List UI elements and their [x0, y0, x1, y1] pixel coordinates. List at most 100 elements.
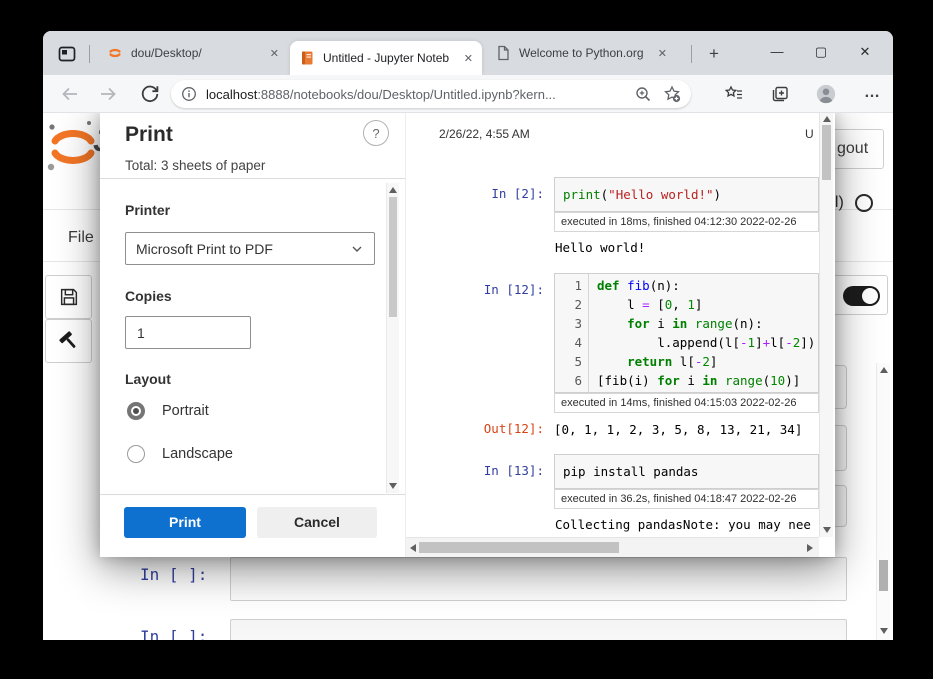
new-tab-button[interactable]: +: [703, 43, 725, 65]
close-button[interactable]: ✕: [843, 37, 887, 67]
refresh-icon[interactable]: [139, 83, 161, 105]
cell-exec-row: executed in 14ms, finished 04:15:03 2022…: [554, 393, 819, 413]
code-line: l.append(l[-1]+l[-2]): [597, 333, 818, 352]
line-number: 1: [555, 276, 582, 295]
favorites-icon[interactable]: [723, 83, 745, 105]
scroll-up-icon[interactable]: [389, 187, 397, 193]
tab-close-icon[interactable]: ✕: [270, 47, 279, 60]
empty-code-cell[interactable]: [230, 557, 847, 601]
zoom-icon[interactable]: [634, 85, 652, 103]
profile-avatar-icon[interactable]: [815, 83, 837, 105]
tab-python-org[interactable]: Welcome to Python.org ✕: [486, 36, 676, 70]
code-token: (n):: [733, 316, 763, 331]
scrollbar-thumb[interactable]: [419, 542, 619, 553]
code-token: ]): [800, 335, 815, 350]
scroll-left-icon[interactable]: [410, 544, 416, 552]
tab-close-icon[interactable]: ✕: [658, 47, 667, 60]
back-icon[interactable]: [59, 83, 81, 105]
cell-output-text: Collecting pandasNote: you may nee: [555, 515, 819, 534]
cell-code-box: print("Hello world!"): [554, 177, 819, 212]
divider: [100, 494, 405, 495]
scroll-down-icon[interactable]: [389, 483, 397, 489]
portrait-label[interactable]: Portrait: [162, 403, 209, 419]
cell-exec-row: executed in 36.2s, finished 04:18:47 202…: [554, 489, 819, 509]
page-scrollbar[interactable]: [876, 363, 890, 640]
code-token: +: [763, 335, 771, 350]
menu-file[interactable]: File: [68, 229, 94, 247]
execution-time-badge: executed in 14ms, finished 04:15:03 2022…: [554, 393, 819, 413]
url-host: localhost: [206, 87, 257, 102]
code-token: i: [680, 373, 703, 388]
empty-code-cell[interactable]: [230, 619, 847, 640]
scrollbar-thumb[interactable]: [389, 197, 397, 317]
scrollbar-thumb[interactable]: [879, 560, 888, 591]
jupyter-favicon-icon: [107, 45, 123, 61]
code-token: ]: [695, 297, 703, 312]
scrollbar-thumb[interactable]: [822, 125, 831, 180]
preview-horizontal-scrollbar[interactable]: [406, 537, 819, 557]
line-number: 3: [555, 314, 582, 333]
help-button[interactable]: ?: [363, 120, 389, 146]
tab-close-icon[interactable]: ✕: [464, 52, 473, 65]
scroll-up-icon[interactable]: [880, 367, 888, 373]
hammer-icon[interactable]: [45, 319, 92, 363]
cell-code-box: pip install pandas: [554, 454, 819, 489]
tab-bar: dou/Desktop/ ✕ Untitled - Jupyter Noteb …: [43, 31, 893, 75]
print-button[interactable]: Print: [124, 507, 246, 538]
save-button[interactable]: [45, 275, 92, 319]
code-line: return l[-2]: [597, 352, 818, 371]
printer-select[interactable]: Microsoft Print to PDF: [125, 232, 375, 265]
site-info-icon[interactable]: [181, 86, 197, 102]
page-content: J File gout el): [43, 113, 893, 640]
line-number-gutter: 123456: [555, 274, 589, 392]
code-token: in: [702, 373, 717, 388]
dark-mode-toggle[interactable]: [843, 286, 880, 306]
portrait-radio[interactable]: [127, 402, 145, 420]
settings-scrollbar[interactable]: [386, 183, 399, 493]
scroll-down-icon[interactable]: [823, 527, 831, 533]
code-token: 10: [770, 373, 785, 388]
add-favorite-icon[interactable]: [663, 85, 681, 103]
toggle-knob: [862, 288, 878, 304]
scroll-up-icon[interactable]: [823, 116, 831, 122]
minimize-button[interactable]: —: [755, 37, 799, 67]
notebook-cell: In [12]:123456def fib(n): l = [0, 1] for…: [406, 273, 819, 438]
tab-jupyter-notebook-active[interactable]: Untitled - Jupyter Noteb ✕: [290, 41, 482, 75]
code-token: 1: [748, 335, 756, 350]
scroll-right-icon[interactable]: [807, 544, 813, 552]
line-number: 5: [555, 352, 582, 371]
tab-title: Untitled - Jupyter Noteb: [323, 51, 456, 65]
code-token: for: [627, 316, 650, 331]
toggle-container: [832, 275, 888, 315]
tab-separator: [691, 45, 692, 63]
tab-separator: [89, 45, 90, 63]
cell-input-row: In [12]:123456def fib(n): l = [0, 1] for…: [406, 273, 819, 393]
logout-button[interactable]: gout: [831, 129, 884, 169]
code-token: [687, 316, 695, 331]
line-number: 2: [555, 295, 582, 314]
address-bar[interactable]: localhost:8888/notebooks/dou/Desktop/Unt…: [171, 80, 691, 108]
landscape-radio[interactable]: [127, 445, 145, 463]
code-lines: def fib(n): l = [0, 1] for i in range(n)…: [589, 274, 818, 392]
code-token: range: [725, 373, 763, 388]
code-token: [597, 354, 627, 369]
maximize-button[interactable]: ▢: [799, 37, 843, 67]
more-menu-icon[interactable]: …: [861, 83, 883, 105]
cancel-button[interactable]: Cancel: [257, 507, 377, 538]
tab-jupyter-home[interactable]: dou/Desktop/ ✕: [98, 36, 288, 70]
empty-cell-prompt: In [ ]:: [140, 565, 207, 584]
copies-input[interactable]: [125, 316, 251, 349]
tab-actions-icon[interactable]: [57, 44, 77, 64]
collections-icon[interactable]: [769, 83, 791, 105]
scroll-down-icon[interactable]: [880, 628, 888, 634]
preview-header-datetime: 2/26/22, 4:55 AM: [439, 127, 530, 141]
preview-vertical-scrollbar[interactable]: [819, 113, 833, 537]
code-lines: pip install pandas: [555, 455, 818, 488]
cell-input-prompt: In [2]:: [406, 177, 554, 212]
forward-icon[interactable]: [97, 83, 119, 105]
notebook-cells: In [2]:print("Hello world!") executed in …: [406, 177, 819, 534]
url-path: :8888/notebooks/dou/Desktop/Untitled.ipy…: [257, 87, 555, 102]
landscape-label[interactable]: Landscape: [162, 446, 233, 462]
code-token: )]: [785, 373, 800, 388]
code-token: fib: [627, 278, 650, 293]
